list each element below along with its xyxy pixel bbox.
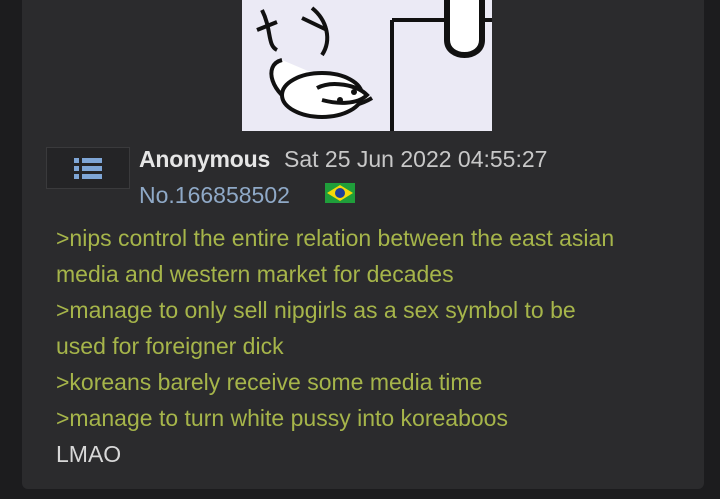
greentext-line: >manage to only sell nipgirls as a sex s… [56,297,576,323]
post-menu-button[interactable] [46,147,130,189]
post-datetime: Sat 25 Jun 2022 04:55:27 [284,146,548,172]
greentext-line: >manage to turn white pussy into koreabo… [56,405,508,431]
post-author-name: Anonymous [139,146,271,172]
list-menu-icon [74,158,102,179]
greentext-line: >koreans barely receive some media time [56,369,483,395]
greentext-line: >nips control the entire relation betwee… [56,225,615,251]
greentext-line: used for foreigner dick [56,333,284,359]
brazil-flag-icon [325,183,355,203]
cartoon-drawing [242,0,492,131]
post-message: >nips control the entire relation betwee… [56,220,696,472]
message-line: LMAO [56,441,122,467]
greentext-line: media and western market for decades [56,261,454,287]
post-image-thumbnail[interactable] [242,0,492,131]
post-number-link[interactable]: No.166858502 [139,182,290,209]
